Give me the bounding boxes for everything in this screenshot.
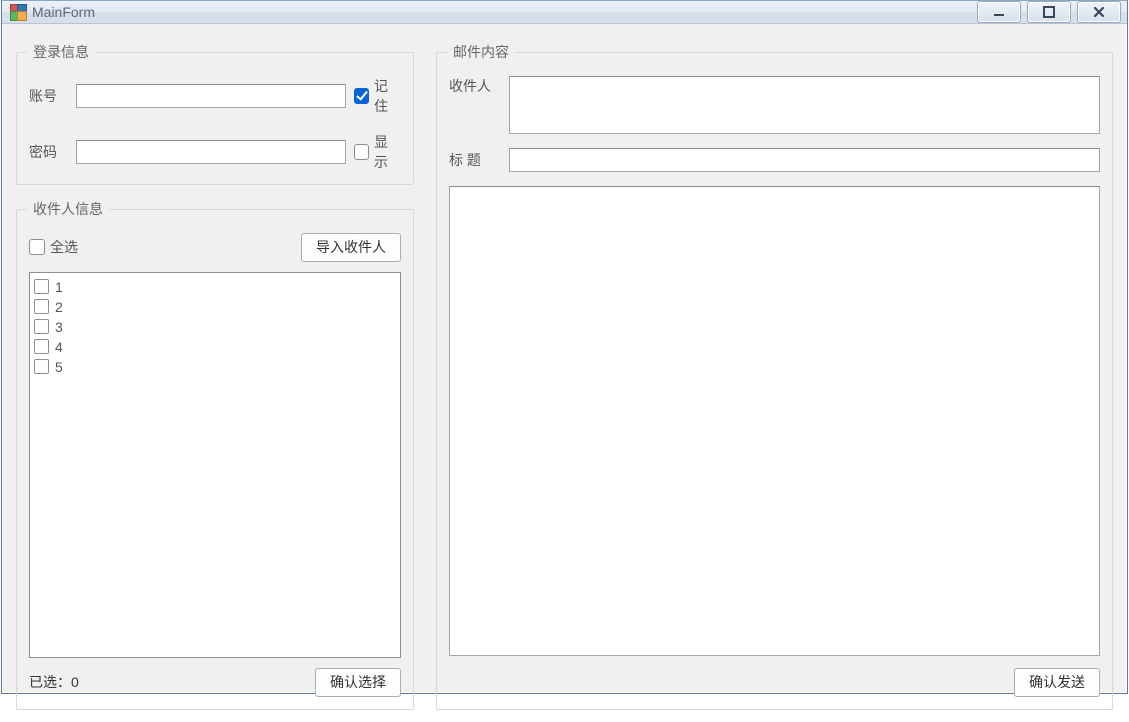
main-window: MainForm 登录信息 账号 记住 (1, 0, 1128, 694)
select-all-checkbox[interactable] (29, 239, 45, 255)
list-item-label: 1 (55, 279, 63, 295)
window-title: MainForm (32, 4, 95, 20)
recipients-group: 收件人信息 全选 导入收件人 1 2 3 4 5 已选：0 确认选择 (16, 199, 414, 710)
list-item[interactable]: 1 (34, 277, 396, 297)
left-column: 登录信息 账号 记住 密码 显示 (16, 42, 414, 710)
list-item-label: 3 (55, 319, 63, 335)
client-area: 登录信息 账号 记住 密码 显示 (2, 24, 1127, 722)
minimize-icon (992, 6, 1006, 18)
close-button[interactable] (1077, 1, 1121, 23)
confirm-send-button[interactable]: 确认发送 (1014, 668, 1100, 697)
list-item-label: 4 (55, 339, 63, 355)
recipient-list[interactable]: 1 2 3 4 5 (29, 272, 401, 658)
confirm-select-button[interactable]: 确认选择 (315, 668, 401, 697)
account-label: 账号 (29, 86, 68, 106)
login-group: 登录信息 账号 记住 密码 显示 (16, 42, 414, 185)
password-label: 密码 (29, 142, 68, 162)
select-all-label: 全选 (50, 237, 78, 257)
show-checkbox[interactable] (354, 144, 370, 160)
window-controls (977, 1, 1121, 23)
list-item-checkbox[interactable] (34, 339, 49, 354)
account-input[interactable] (76, 84, 346, 108)
show-label: 显示 (374, 132, 401, 172)
subject-input[interactable] (509, 148, 1100, 172)
recipients-legend: 收件人信息 (27, 199, 109, 219)
list-item[interactable]: 3 (34, 317, 396, 337)
selected-count-label: 已选：0 (29, 672, 79, 692)
show-checkbox-wrap[interactable]: 显示 (354, 132, 401, 172)
list-item-checkbox[interactable] (34, 299, 49, 314)
mail-content-group: 邮件内容 收件人 标 题 确认发送 (436, 42, 1113, 710)
maximize-icon (1042, 6, 1056, 18)
list-item[interactable]: 2 (34, 297, 396, 317)
list-item-checkbox[interactable] (34, 279, 49, 294)
remember-checkbox[interactable] (354, 88, 370, 104)
list-item-label: 5 (55, 359, 63, 375)
list-item[interactable]: 5 (34, 357, 396, 377)
select-all-checkbox-wrap[interactable]: 全选 (29, 237, 78, 257)
import-recipients-button[interactable]: 导入收件人 (301, 233, 401, 262)
password-input[interactable] (76, 140, 346, 164)
to-input[interactable] (509, 76, 1100, 134)
login-legend: 登录信息 (27, 42, 95, 62)
list-item-checkbox[interactable] (34, 319, 49, 334)
remember-checkbox-wrap[interactable]: 记住 (354, 76, 401, 116)
minimize-button[interactable] (977, 1, 1021, 23)
right-column: 邮件内容 收件人 标 题 确认发送 (436, 42, 1113, 710)
list-item[interactable]: 4 (34, 337, 396, 357)
mail-legend: 邮件内容 (447, 42, 515, 62)
remember-label: 记住 (374, 76, 401, 116)
list-item-label: 2 (55, 299, 63, 315)
body-input[interactable] (449, 186, 1100, 656)
app-icon (10, 4, 26, 20)
close-icon (1092, 6, 1106, 18)
list-item-checkbox[interactable] (34, 359, 49, 374)
to-label: 收件人 (449, 76, 499, 96)
subject-label: 标 题 (449, 150, 499, 170)
titlebar[interactable]: MainForm (2, 1, 1127, 24)
maximize-button[interactable] (1027, 1, 1071, 23)
